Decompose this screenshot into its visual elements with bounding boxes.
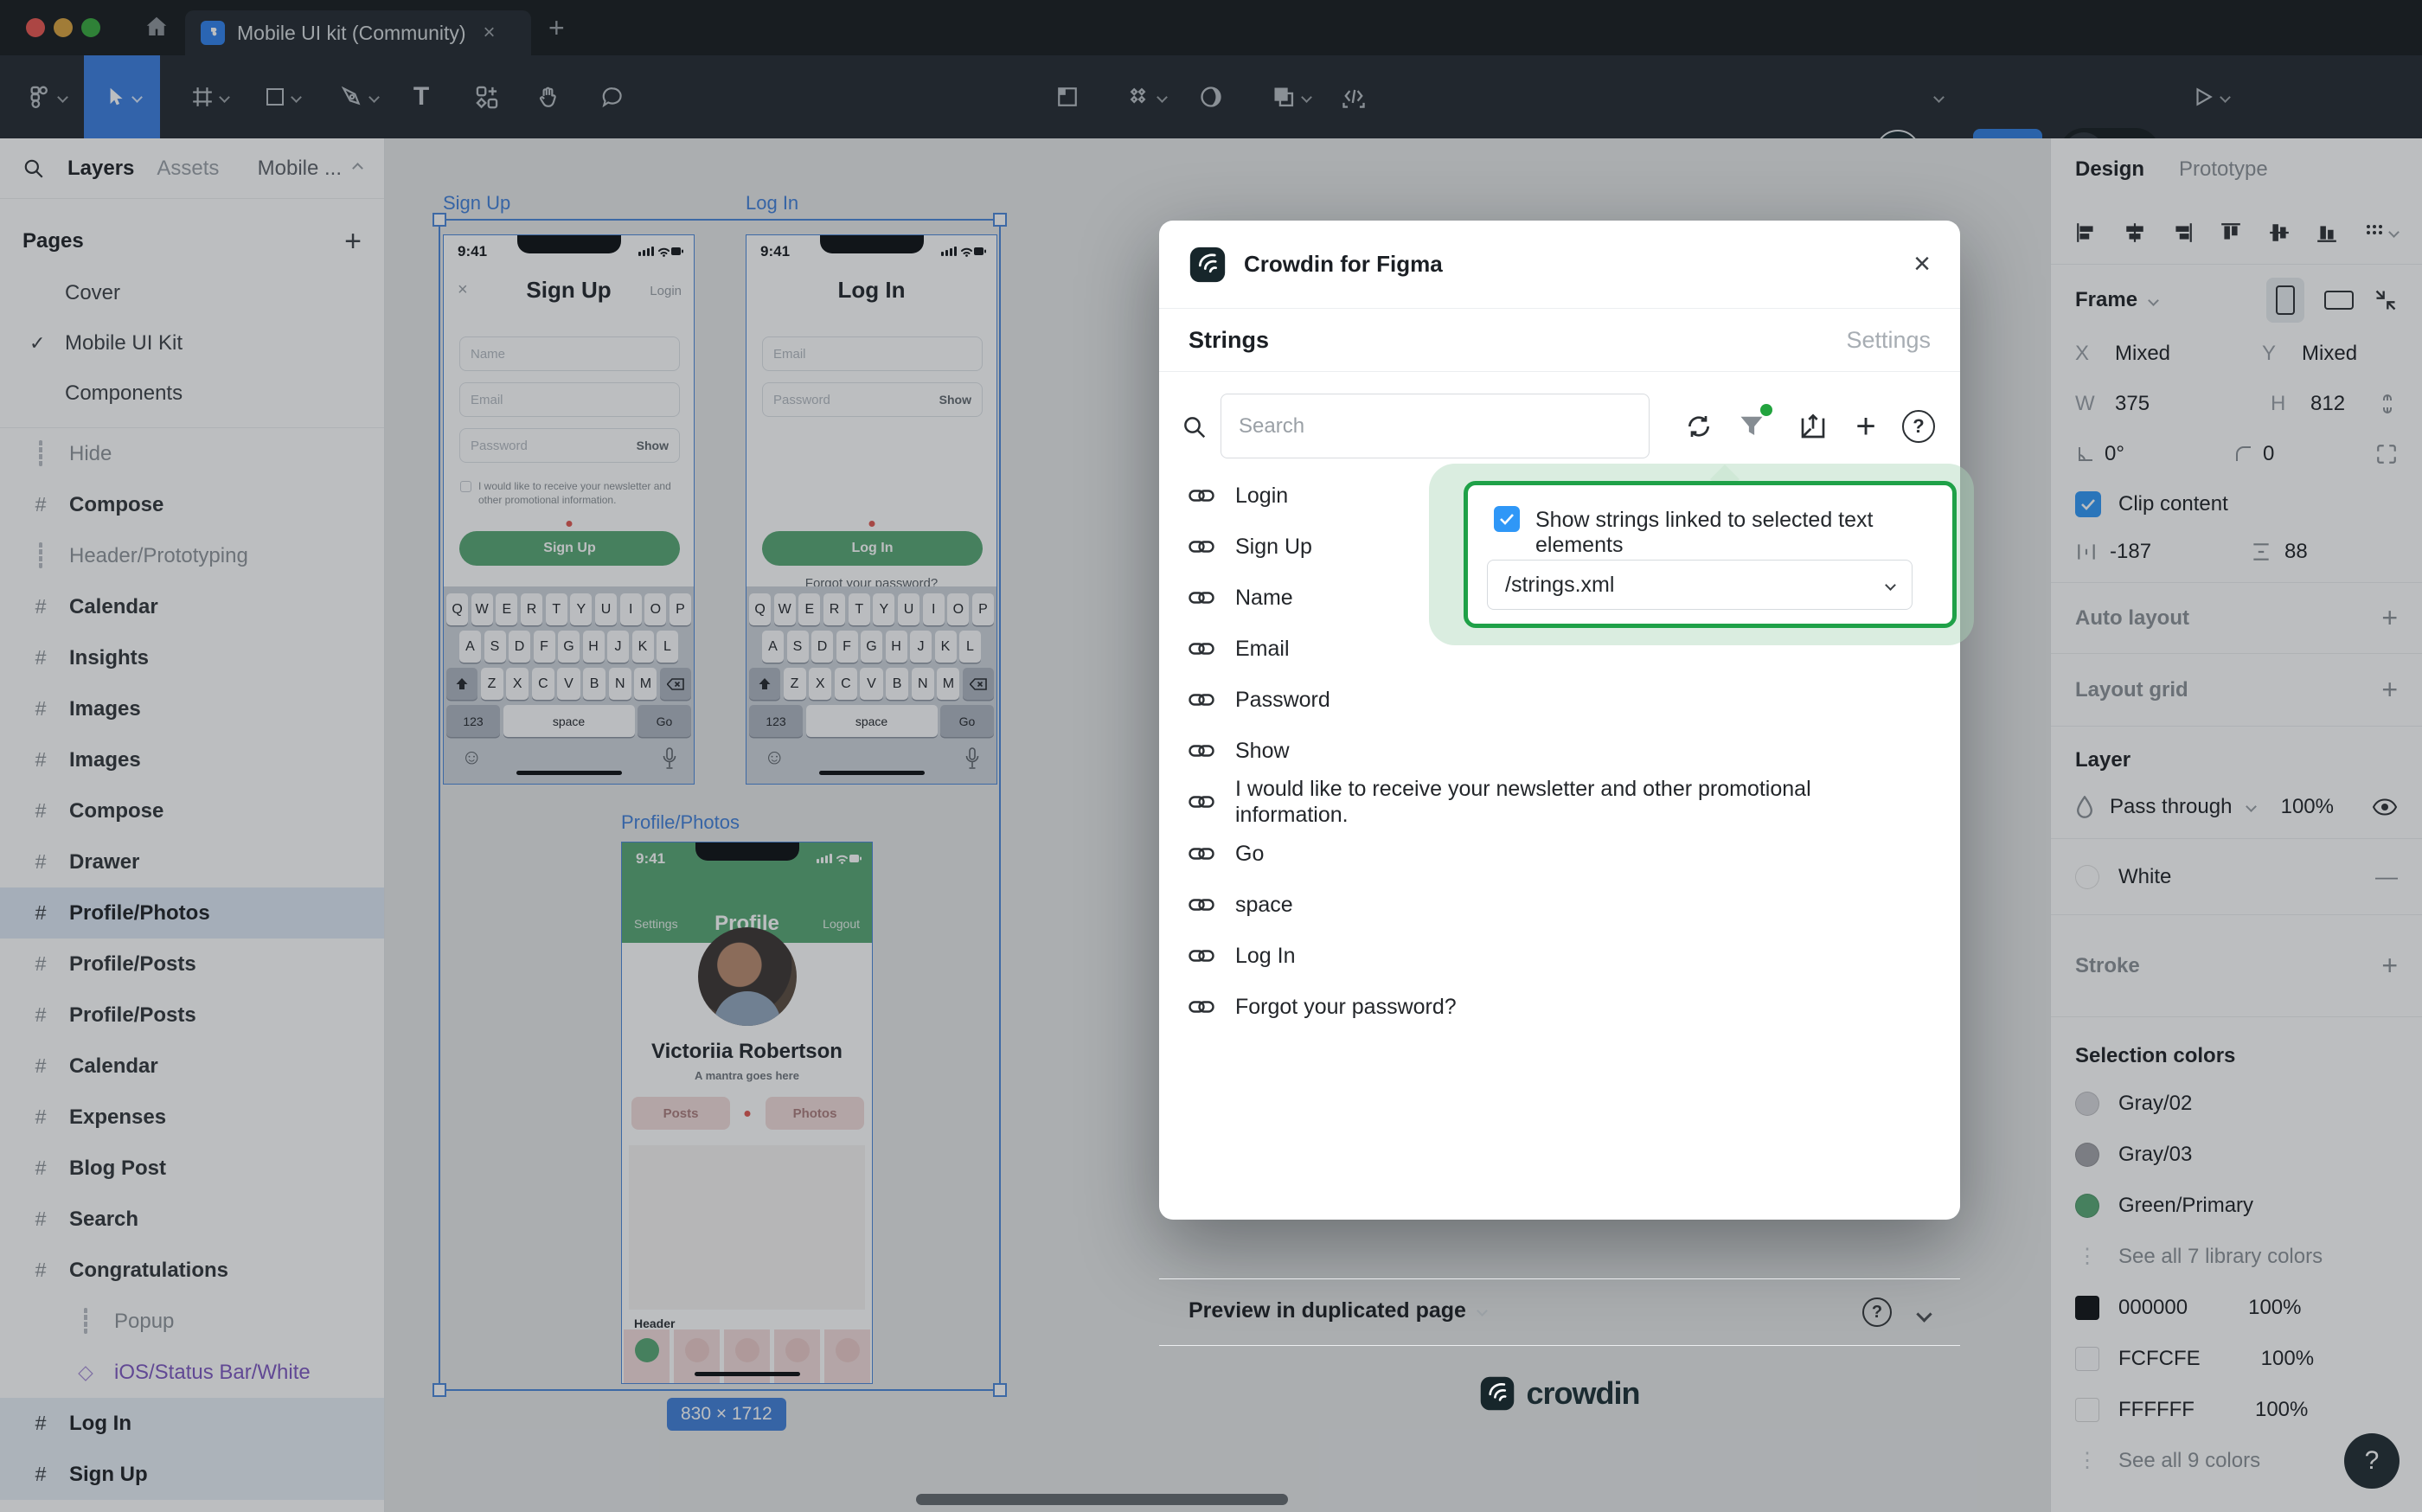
string-text: space <box>1235 892 1293 918</box>
string-text: Name <box>1235 585 1293 611</box>
tab-settings[interactable]: Settings <box>1846 327 1931 354</box>
add-string-icon[interactable]: + <box>1845 406 1887 447</box>
crowdin-plugin-dialog: Crowdin for Figma × Strings Settings + ?… <box>1159 221 1960 1220</box>
search-input[interactable] <box>1221 394 1650 458</box>
link-icon <box>1189 998 1214 1015</box>
string-row[interactable]: space <box>1189 879 1931 930</box>
crowdin-wordmark: crowdin <box>1526 1375 1639 1412</box>
string-row[interactable]: Log In <box>1189 930 1931 981</box>
link-icon <box>1189 538 1214 555</box>
strings-file-select[interactable]: /strings.xml <box>1487 560 1913 610</box>
link-icon <box>1189 487 1214 504</box>
string-row[interactable]: Password <box>1189 674 1931 725</box>
dialog-title: Crowdin for Figma <box>1244 251 1443 278</box>
link-icon <box>1189 947 1214 964</box>
crowdin-app-icon <box>1189 246 1227 284</box>
sync-icon[interactable] <box>1678 406 1720 447</box>
string-text: Log In <box>1235 943 1296 969</box>
link-icon <box>1189 896 1214 913</box>
link-icon <box>1189 793 1214 810</box>
link-icon <box>1189 845 1214 862</box>
tab-strings[interactable]: Strings <box>1189 327 1269 354</box>
linked-strings-label: Show strings linked to selected text ele… <box>1535 508 1952 558</box>
dialog-close-icon[interactable]: × <box>1913 247 1931 281</box>
strings-file-value: /strings.xml <box>1505 573 1614 598</box>
filter-icon[interactable] <box>1731 406 1772 447</box>
string-row[interactable]: Go <box>1189 828 1931 879</box>
help-icon[interactable]: ? <box>1898 406 1939 447</box>
upload-icon[interactable] <box>1792 406 1834 447</box>
string-text: Email <box>1235 636 1290 662</box>
string-text: Go <box>1235 841 1264 867</box>
linked-strings-checkbox[interactable] <box>1494 506 1520 532</box>
link-icon <box>1189 640 1214 657</box>
string-row[interactable]: Forgot your password? <box>1189 981 1931 1032</box>
search-icon <box>1182 414 1208 440</box>
string-text: Login <box>1235 483 1288 509</box>
link-icon <box>1189 691 1214 708</box>
preview-toggle[interactable]: Preview in duplicated page <box>1189 1298 1486 1323</box>
filter-active-dot <box>1760 404 1772 416</box>
link-icon <box>1189 589 1214 606</box>
string-text: Sign Up <box>1235 534 1312 560</box>
filter-tooltip: Show strings linked to selected text ele… <box>1429 464 1974 645</box>
string-row[interactable]: I would like to receive your newsletter … <box>1189 776 1931 828</box>
string-text: I would like to receive your newsletter … <box>1235 776 1919 828</box>
string-row[interactable]: Show <box>1189 725 1931 776</box>
chevron-down-icon <box>1885 580 1896 591</box>
collapse-chevron-icon[interactable] <box>1903 1293 1945 1335</box>
link-icon <box>1189 742 1214 759</box>
crowdin-brand: crowdin <box>1159 1345 1960 1440</box>
preview-help-icon[interactable]: ? <box>1856 1291 1898 1333</box>
crowdin-logo-icon <box>1479 1375 1515 1412</box>
string-text: Show <box>1235 738 1290 764</box>
string-text: Password <box>1235 687 1330 713</box>
string-text: Forgot your password? <box>1235 994 1457 1020</box>
